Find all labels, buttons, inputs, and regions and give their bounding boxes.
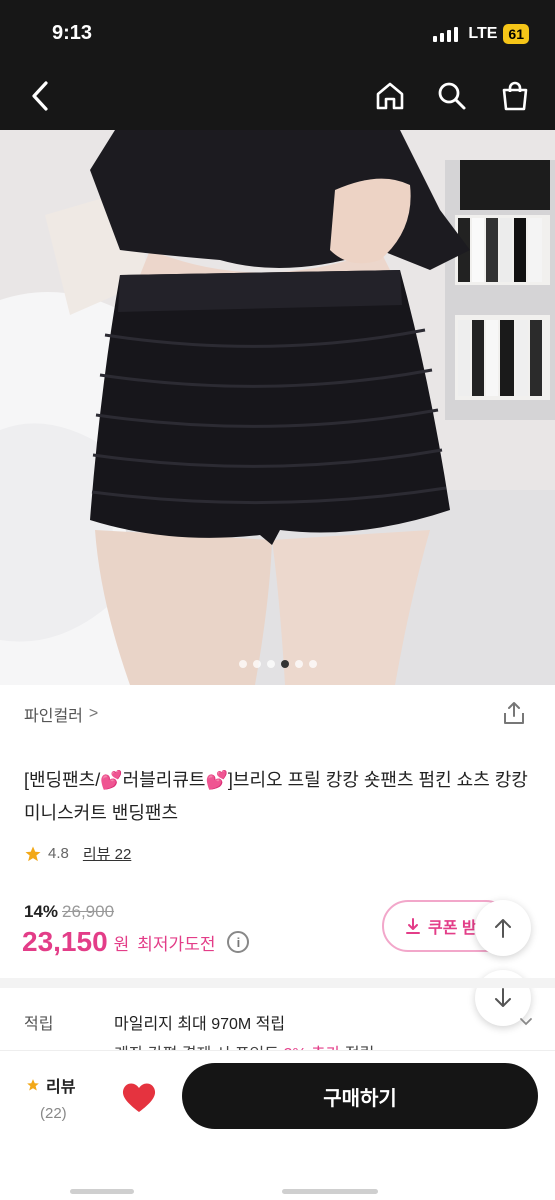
rating-score: 4.8 bbox=[48, 845, 69, 862]
product-photo bbox=[0, 130, 555, 685]
download-icon bbox=[406, 918, 420, 934]
gallery-dot[interactable] bbox=[266, 660, 275, 668]
top-bar: 9:13 LTE 61 bbox=[0, 0, 555, 130]
seller-link[interactable]: 파인컬러 > bbox=[24, 702, 98, 726]
chevron-down-icon[interactable] bbox=[519, 1014, 533, 1028]
star-icon bbox=[27, 1079, 39, 1091]
share-button[interactable] bbox=[501, 700, 527, 726]
info-icon[interactable]: i bbox=[227, 931, 250, 953]
gallery-dot[interactable] bbox=[294, 660, 303, 668]
network-label: LTE bbox=[468, 25, 498, 42]
section-divider bbox=[0, 978, 555, 988]
review-count: (22) bbox=[40, 1105, 67, 1122]
title-text: 러블리큐트 bbox=[122, 770, 206, 790]
heart-emoji: 💕 bbox=[100, 770, 123, 790]
star-icon bbox=[25, 846, 41, 861]
heart-emoji: 💕 bbox=[205, 770, 228, 790]
product-title: [밴딩팬츠/💕러블리큐트💕]브리오 프릴 캉캉 숏팬츠 펌킨 쇼츠 캉캉 미니스… bbox=[24, 764, 534, 830]
search-icon bbox=[438, 82, 466, 110]
arrow-up-icon bbox=[495, 919, 511, 938]
signal-icon bbox=[433, 26, 459, 42]
gallery-dot[interactable] bbox=[238, 660, 247, 668]
scroll-top-button[interactable] bbox=[475, 900, 531, 956]
heart-icon bbox=[122, 1083, 156, 1112]
bottom-action-bar: 리뷰 (22) 구매하기 bbox=[0, 1050, 555, 1200]
review-row: 리뷰 bbox=[26, 1073, 96, 1097]
title-text: [밴딩팬츠/ bbox=[24, 770, 101, 790]
chevron-right-icon: > bbox=[88, 705, 99, 722]
review-button[interactable]: 리뷰 (22) bbox=[26, 1073, 96, 1122]
coupon-label: 쿠폰 받 bbox=[428, 920, 477, 937]
points-label: 적립 bbox=[24, 1016, 54, 1033]
status-time: 9:13 bbox=[52, 22, 93, 44]
gallery-dot-active[interactable] bbox=[280, 660, 289, 668]
review-count-link[interactable]: 리뷰 22 bbox=[83, 843, 131, 864]
cart-button[interactable] bbox=[497, 78, 533, 114]
discount-rate: 14% bbox=[24, 902, 59, 921]
battery-badge: 61 bbox=[503, 24, 529, 44]
home-icon bbox=[376, 82, 404, 110]
arrow-down-icon bbox=[495, 988, 511, 1007]
seller-name: 파인컬러 bbox=[24, 708, 83, 725]
gallery-dot[interactable] bbox=[252, 660, 261, 668]
gallery-indicator bbox=[0, 660, 555, 668]
sale-price: 23,150 bbox=[22, 926, 108, 957]
price-sale-row: 23,150 원 최저가도전 i bbox=[22, 926, 250, 958]
gallery-dot[interactable] bbox=[308, 660, 317, 668]
product-image[interactable] bbox=[0, 130, 555, 685]
search-button[interactable] bbox=[434, 78, 470, 114]
home-indicator bbox=[282, 1189, 378, 1194]
shopping-bag-icon bbox=[502, 81, 528, 111]
rating-row: 4.8 리뷰 22 bbox=[24, 843, 131, 864]
share-icon bbox=[504, 702, 524, 724]
wishlist-button[interactable] bbox=[118, 1077, 160, 1117]
original-price: 26,900 bbox=[62, 902, 115, 921]
home-button[interactable] bbox=[372, 78, 408, 114]
chevron-left-icon bbox=[32, 81, 48, 111]
review-label: 리뷰 bbox=[46, 1079, 76, 1096]
lowest-price-label: 최저가도전 bbox=[137, 934, 216, 954]
currency-unit: 원 bbox=[113, 934, 130, 954]
price-original-row: 14% 26,900 bbox=[24, 902, 114, 922]
points-value: 마일리지 최대 970M 적립 bbox=[114, 1016, 286, 1033]
home-indicator bbox=[70, 1189, 134, 1194]
buy-button[interactable]: 구매하기 bbox=[182, 1063, 538, 1129]
back-button[interactable] bbox=[22, 78, 58, 114]
status-indicators: LTE 61 bbox=[433, 24, 529, 44]
